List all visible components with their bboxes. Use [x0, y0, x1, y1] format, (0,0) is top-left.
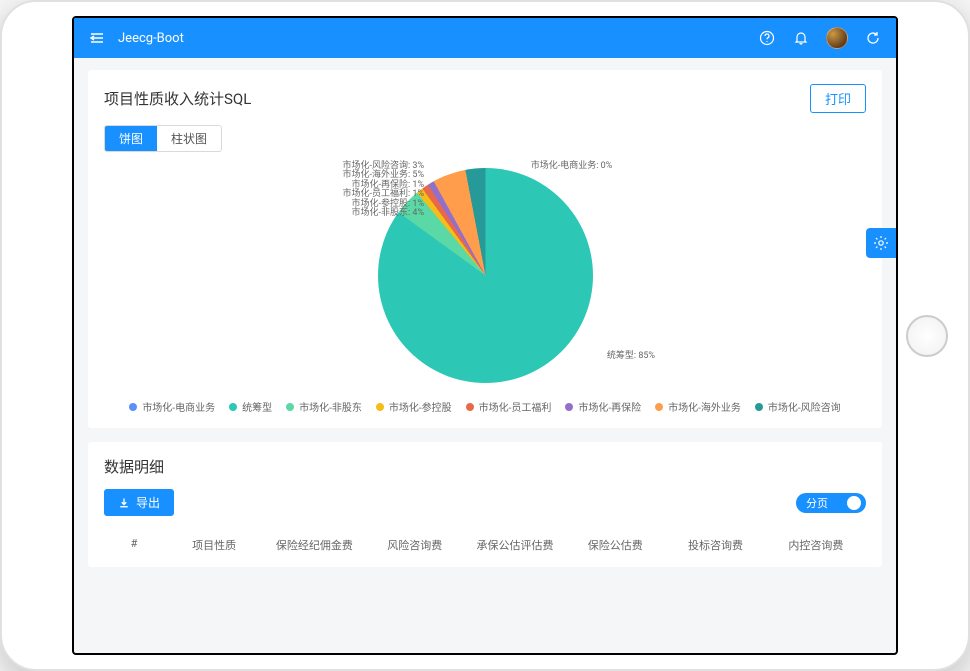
- legend-label: 市场化-海外业务: [668, 399, 741, 414]
- legend-dot-icon: [129, 403, 137, 411]
- bell-icon[interactable]: [792, 29, 810, 47]
- legend-item[interactable]: 市场化-非股东: [286, 399, 362, 414]
- legend-dot-icon: [565, 403, 573, 411]
- avatar[interactable]: [826, 27, 848, 49]
- chart-card: 项目性质收入统计SQL 打印 饼图 柱状图 市场化-电商业务: 0% 统筹型: …: [88, 70, 882, 428]
- legend-item[interactable]: 市场化-再保险: [565, 399, 641, 414]
- tablet-frame: Jeecg-Boot: [0, 0, 970, 671]
- legend-label: 市场化-参控股: [389, 399, 452, 414]
- pie-label: 市场化-海外业务: 5%: [342, 167, 424, 180]
- legend-label: 市场化-员工福利: [479, 399, 552, 414]
- table-header-cell: 承保公估评估费: [465, 537, 565, 553]
- pie-wrap: 市场化-电商业务: 0% 统筹型: 85% 市场化-非股东: 4% 市场化-参控…: [104, 158, 866, 393]
- legend-dot-icon: [755, 403, 763, 411]
- chart-area: 市场化-电商业务: 0% 统筹型: 85% 市场化-非股东: 4% 市场化-参控…: [104, 158, 866, 414]
- legend-item[interactable]: 市场化-风险咨询: [755, 399, 841, 414]
- legend-label: 市场化-非股东: [299, 399, 362, 414]
- content-area: 项目性质收入统计SQL 打印 饼图 柱状图 市场化-电商业务: 0% 统筹型: …: [74, 58, 896, 653]
- legend-dot-icon: [286, 403, 294, 411]
- legend-label: 市场化-再保险: [578, 399, 641, 414]
- pie-label: 市场化-再保险: 1%: [351, 177, 424, 190]
- tablet-home-button: [906, 315, 948, 357]
- legend-dot-icon: [229, 403, 237, 411]
- table-header-cell: #: [104, 537, 164, 553]
- legend-dot-icon: [466, 403, 474, 411]
- detail-card-title: 数据明细: [104, 456, 164, 477]
- pie-chart: [378, 168, 593, 383]
- table-header-cell: 保险经纪佣金费: [264, 537, 364, 553]
- top-bar: Jeecg-Boot: [74, 18, 896, 58]
- legend-item[interactable]: 市场化-海外业务: [655, 399, 741, 414]
- gear-icon: [873, 235, 889, 251]
- refresh-icon[interactable]: [864, 29, 882, 47]
- question-circle-icon[interactable]: [758, 29, 776, 47]
- detail-card: 数据明细 导出 分页 #项目性质保险经纪佣金费风险咨询费承保公估评估费保险公估费…: [88, 442, 882, 567]
- paging-label: 分页: [806, 495, 828, 511]
- tab-bar[interactable]: 柱状图: [157, 126, 221, 151]
- export-label: 导出: [136, 494, 160, 511]
- chart-type-tabs: 饼图 柱状图: [104, 125, 222, 152]
- settings-drawer-toggle[interactable]: [866, 228, 896, 258]
- table-header-cell: 投标咨询费: [665, 537, 765, 553]
- legend-label: 统筹型: [242, 399, 272, 414]
- legend-item[interactable]: 市场化-参控股: [376, 399, 452, 414]
- table-header-cell: 风险咨询费: [365, 537, 465, 553]
- legend-item[interactable]: 市场化-员工福利: [466, 399, 552, 414]
- tab-pie[interactable]: 饼图: [105, 126, 157, 151]
- table-header-cell: 项目性质: [164, 537, 264, 553]
- export-button[interactable]: 导出: [104, 489, 174, 516]
- chart-legend: 市场化-电商业务 统筹型 市场化-非股东 市场化-参控股 市场化-员工福利 市场化-再保险…: [129, 399, 840, 414]
- legend-label: 市场化-电商业务: [142, 399, 215, 414]
- legend-item[interactable]: 市场化-电商业务: [129, 399, 215, 414]
- table-header-cell: 内控咨询费: [766, 537, 866, 553]
- print-button[interactable]: 打印: [810, 84, 866, 113]
- table-header-cell: 保险公估费: [565, 537, 665, 553]
- legend-item[interactable]: 统筹型: [229, 399, 272, 414]
- app-screen: Jeecg-Boot: [72, 16, 898, 655]
- app-title: Jeecg-Boot: [118, 31, 184, 46]
- pie-label: 统筹型: 85%: [607, 348, 655, 361]
- download-icon: [118, 497, 130, 509]
- legend-dot-icon: [655, 403, 663, 411]
- legend-label: 市场化-风险咨询: [768, 399, 841, 414]
- paging-toggle[interactable]: 分页: [796, 493, 866, 513]
- menu-fold-icon[interactable]: [88, 29, 106, 47]
- pie-label: 市场化-电商业务: 0%: [531, 158, 613, 171]
- legend-dot-icon: [376, 403, 384, 411]
- chart-card-title: 项目性质收入统计SQL: [104, 88, 251, 109]
- switch-icon: [834, 495, 862, 511]
- table-header-row: #项目性质保险经纪佣金费风险咨询费承保公估评估费保险公估费投标咨询费内控咨询费: [104, 526, 866, 553]
- pie-label: 市场化-风险咨询: 3%: [342, 158, 424, 171]
